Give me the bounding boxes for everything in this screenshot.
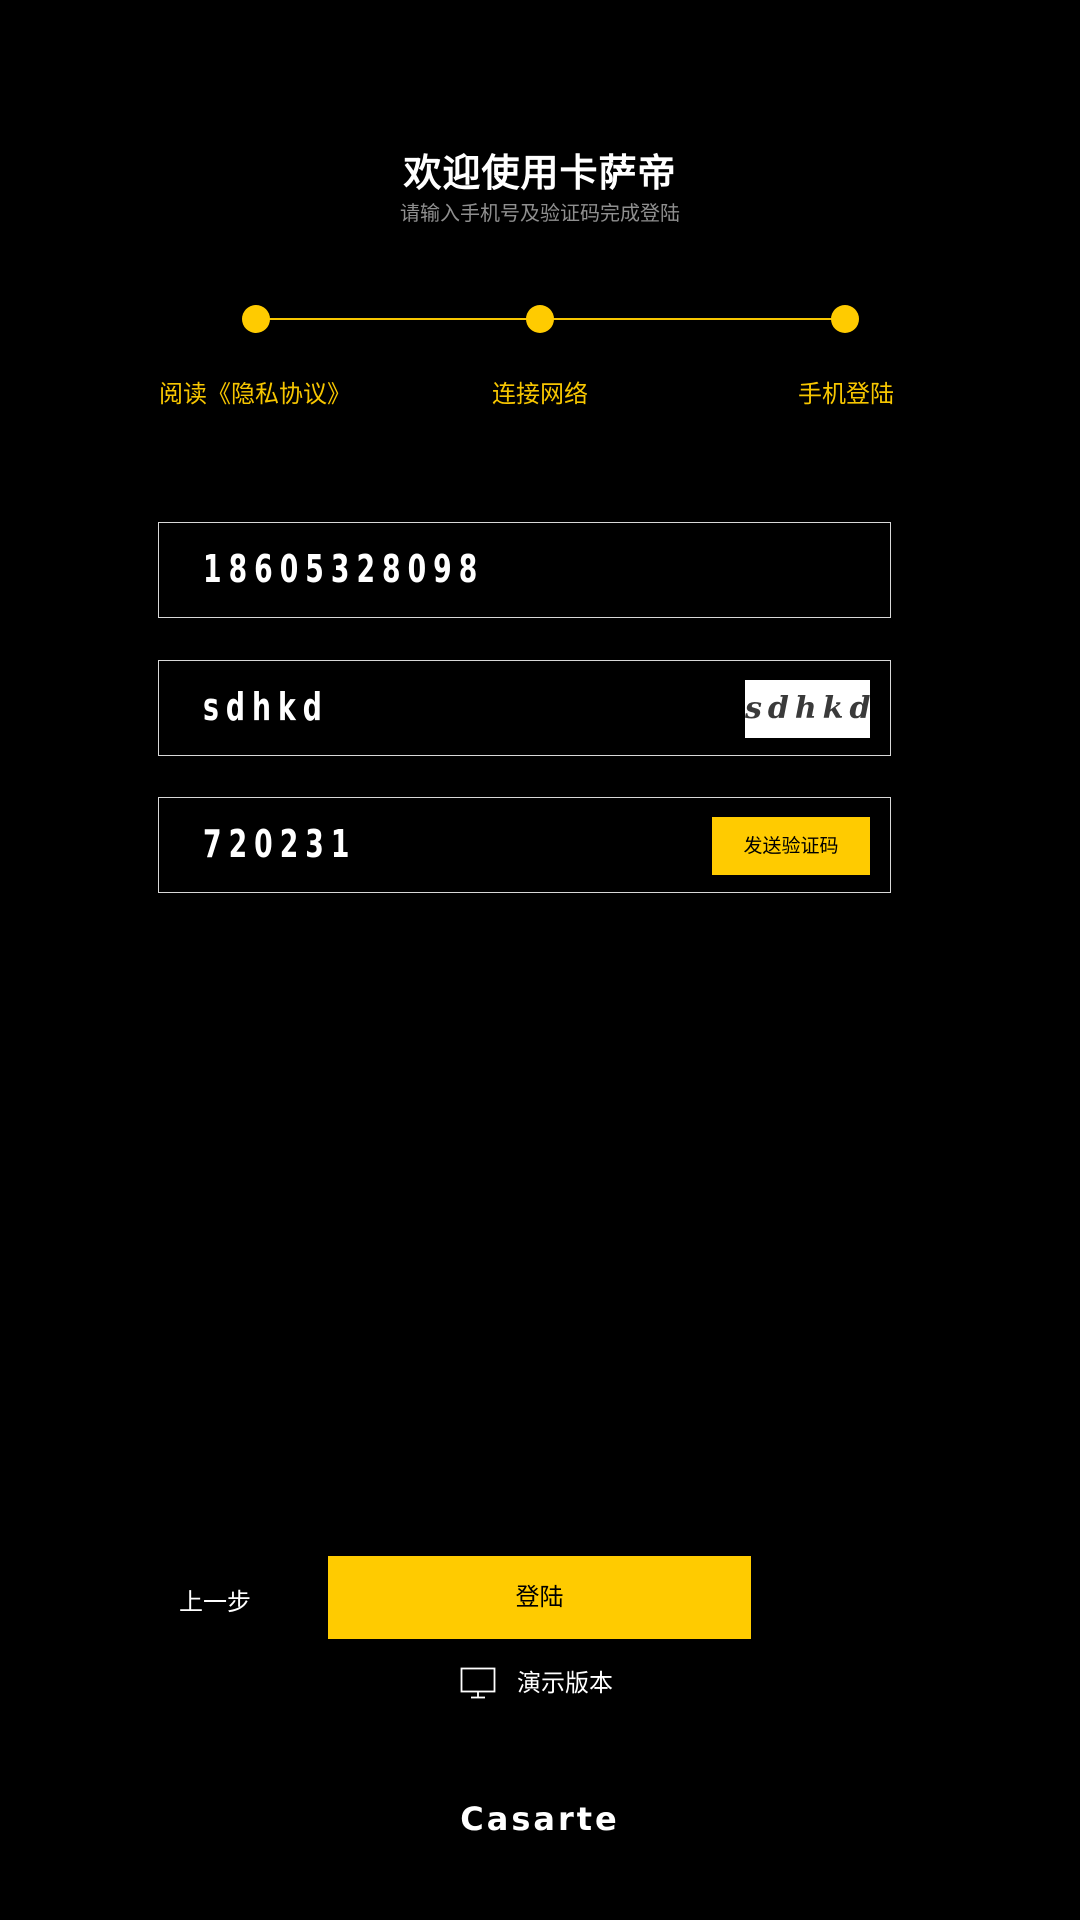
- sms-code-field[interactable]: 720231 发送验证码: [158, 797, 891, 893]
- login-button[interactable]: 登陆: [328, 1556, 751, 1639]
- step-dot-network: [526, 305, 554, 333]
- captcha-image-text: sdhkd: [745, 691, 877, 726]
- monitor-icon: [460, 1667, 496, 1699]
- phone-field[interactable]: 18605328098: [158, 522, 891, 618]
- casarte-logo: Casarte: [460, 1800, 620, 1838]
- step-label-privacy[interactable]: 阅读《隐私协议》: [159, 374, 351, 409]
- demo-version-label: 演示版本: [517, 1669, 613, 1697]
- phone-input-value[interactable]: 18605328098: [203, 523, 484, 616]
- step-label-network: 连接网络: [492, 380, 588, 408]
- captcha-input-value[interactable]: sdhkd: [203, 661, 329, 754]
- step-connector-2: [540, 318, 844, 320]
- back-button[interactable]: 上一步: [160, 1582, 270, 1617]
- step-label-login: 手机登陆: [798, 380, 894, 408]
- sms-code-input-value[interactable]: 720231: [203, 798, 356, 891]
- step-dot-login: [831, 305, 859, 333]
- send-code-button[interactable]: 发送验证码: [712, 817, 870, 875]
- captcha-field[interactable]: sdhkd sdhkd: [158, 660, 891, 756]
- page-title: 欢迎使用卡萨帝: [403, 151, 677, 195]
- page-subtitle: 请输入手机号及验证码完成登陆: [400, 201, 680, 225]
- step-connector-1: [256, 318, 540, 320]
- captcha-image[interactable]: sdhkd: [745, 680, 870, 738]
- step-dot-privacy: [242, 305, 270, 333]
